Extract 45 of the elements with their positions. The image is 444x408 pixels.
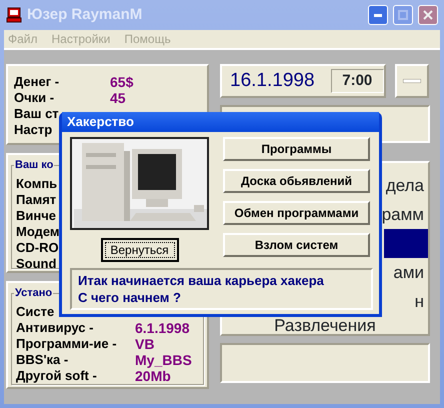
dialog-menu-button[interactable]: Взлом систем: [223, 233, 370, 257]
dialog-menu-button[interactable]: Доска обьявлений: [223, 169, 370, 193]
spec-label: Sound: [16, 256, 56, 272]
stat-label: Ваш ст: [14, 106, 60, 122]
software-value: 20Mb: [135, 368, 171, 384]
software-value: 6.1.1998: [135, 320, 190, 336]
computer-icon: [6, 7, 22, 23]
stat-value: 65$: [110, 74, 134, 90]
stat-label: Денег -: [14, 74, 60, 90]
software-label: Систе: [16, 304, 56, 320]
software-value: VB: [135, 336, 154, 352]
spec-label: Памят: [16, 192, 56, 208]
spec-label: CD-RO: [16, 240, 59, 256]
close-button[interactable]: [418, 5, 438, 25]
message-text: С чего начнем ?: [78, 289, 182, 306]
back-button[interactable]: Вернуться: [100, 238, 178, 262]
maximize-icon: [398, 10, 408, 20]
dialog-menu-button[interactable]: Обмен программами: [223, 201, 370, 225]
maximize-button[interactable]: [393, 5, 413, 25]
section-item[interactable]: рамм: [384, 200, 428, 229]
software-label: Антивирус -: [16, 320, 94, 336]
spec-label: Винче: [16, 208, 56, 224]
dash-button[interactable]: [395, 64, 429, 98]
section-item[interactable]: дела: [384, 171, 428, 200]
software-label: BBS'ка -: [16, 352, 70, 368]
spec-label: Компь: [16, 176, 58, 192]
date-text: 16.1.1998: [230, 68, 315, 93]
section-item[interactable]: Развлечения: [222, 316, 428, 335]
close-icon: [423, 10, 433, 20]
stat-label: Очки -: [14, 90, 56, 106]
dialog-menu-button[interactable]: Программы: [223, 137, 370, 161]
minimize-icon: [374, 14, 382, 16]
section-item[interactable]: н: [384, 287, 428, 316]
time-field: 7:00: [330, 68, 384, 94]
dash-icon: [403, 79, 421, 83]
message-text: Итак начинается ваша карьера хакера: [78, 272, 325, 289]
dialog-title: Хакерство: [62, 112, 379, 132]
section-item[interactable]: ами: [384, 258, 428, 287]
software-label: Программи-ие -: [16, 336, 118, 352]
spec-label: Модем: [16, 224, 60, 240]
window-title: Юзер RaymanM: [27, 4, 144, 25]
minimize-button[interactable]: [368, 5, 388, 25]
stat-value: 45: [110, 90, 126, 106]
software-value: My_BBS: [135, 352, 192, 368]
software-label: Другой soft -: [16, 368, 98, 384]
